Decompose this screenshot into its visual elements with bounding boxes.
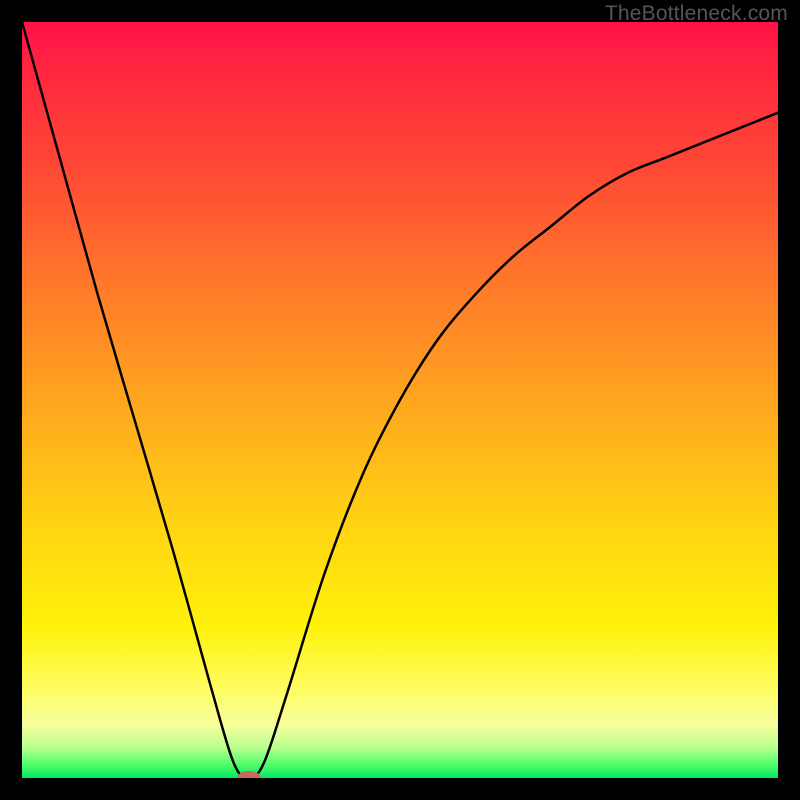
bottleneck-curve — [22, 22, 778, 778]
plot-area — [22, 22, 778, 778]
optimal-point-marker — [237, 771, 261, 778]
watermark-text: TheBottleneck.com — [605, 2, 788, 26]
chart-frame: TheBottleneck.com — [0, 0, 800, 800]
curve-path — [22, 22, 778, 778]
